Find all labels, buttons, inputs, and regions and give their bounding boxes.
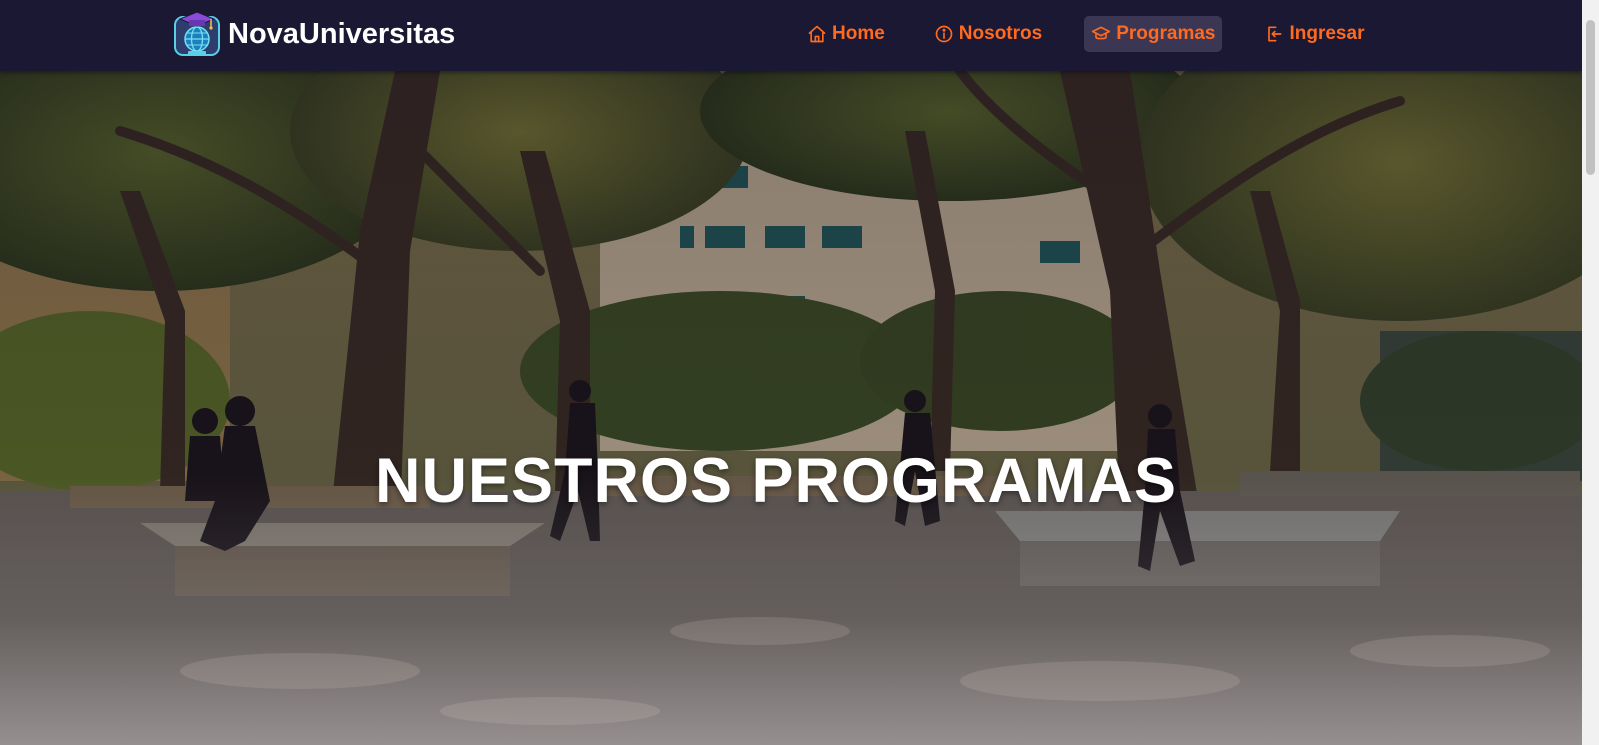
scrollbar-thumb[interactable] bbox=[1586, 20, 1595, 175]
home-icon bbox=[808, 25, 826, 43]
vertical-scrollbar[interactable] bbox=[1582, 0, 1599, 745]
nav-item-home[interactable]: Home bbox=[800, 16, 892, 52]
main-nav: Home Nosotros Programas Ingresar bbox=[800, 16, 1406, 52]
nav-item-label: Nosotros bbox=[958, 23, 1043, 44]
nav-item-nosotros[interactable]: Nosotros bbox=[927, 16, 1049, 52]
nav-item-label: Programas bbox=[1116, 23, 1216, 44]
brand-name: NovaUniversitas bbox=[228, 17, 456, 50]
campus-photo bbox=[0, 71, 1582, 745]
nav-item-label: Home bbox=[832, 23, 885, 44]
info-icon bbox=[935, 25, 953, 43]
nav-item-programas[interactable]: Programas bbox=[1084, 16, 1223, 52]
hero-banner: NUESTROS PROGRAMAS bbox=[0, 71, 1582, 745]
login-icon bbox=[1268, 26, 1282, 42]
navbar: NovaUniversitas Home Nosotros Programas … bbox=[0, 0, 1582, 71]
page: NovaUniversitas Home Nosotros Programas … bbox=[0, 0, 1599, 745]
nav-item-label: Ingresar bbox=[1289, 23, 1365, 44]
graduation-globe-logo-icon bbox=[174, 11, 220, 56]
brand-link[interactable]: NovaUniversitas bbox=[172, 9, 455, 59]
hero-title: NUESTROS PROGRAMAS bbox=[374, 446, 1178, 517]
graduation-cap-icon bbox=[1092, 26, 1111, 40]
nav-item-ingresar[interactable]: Ingresar bbox=[1257, 16, 1371, 52]
